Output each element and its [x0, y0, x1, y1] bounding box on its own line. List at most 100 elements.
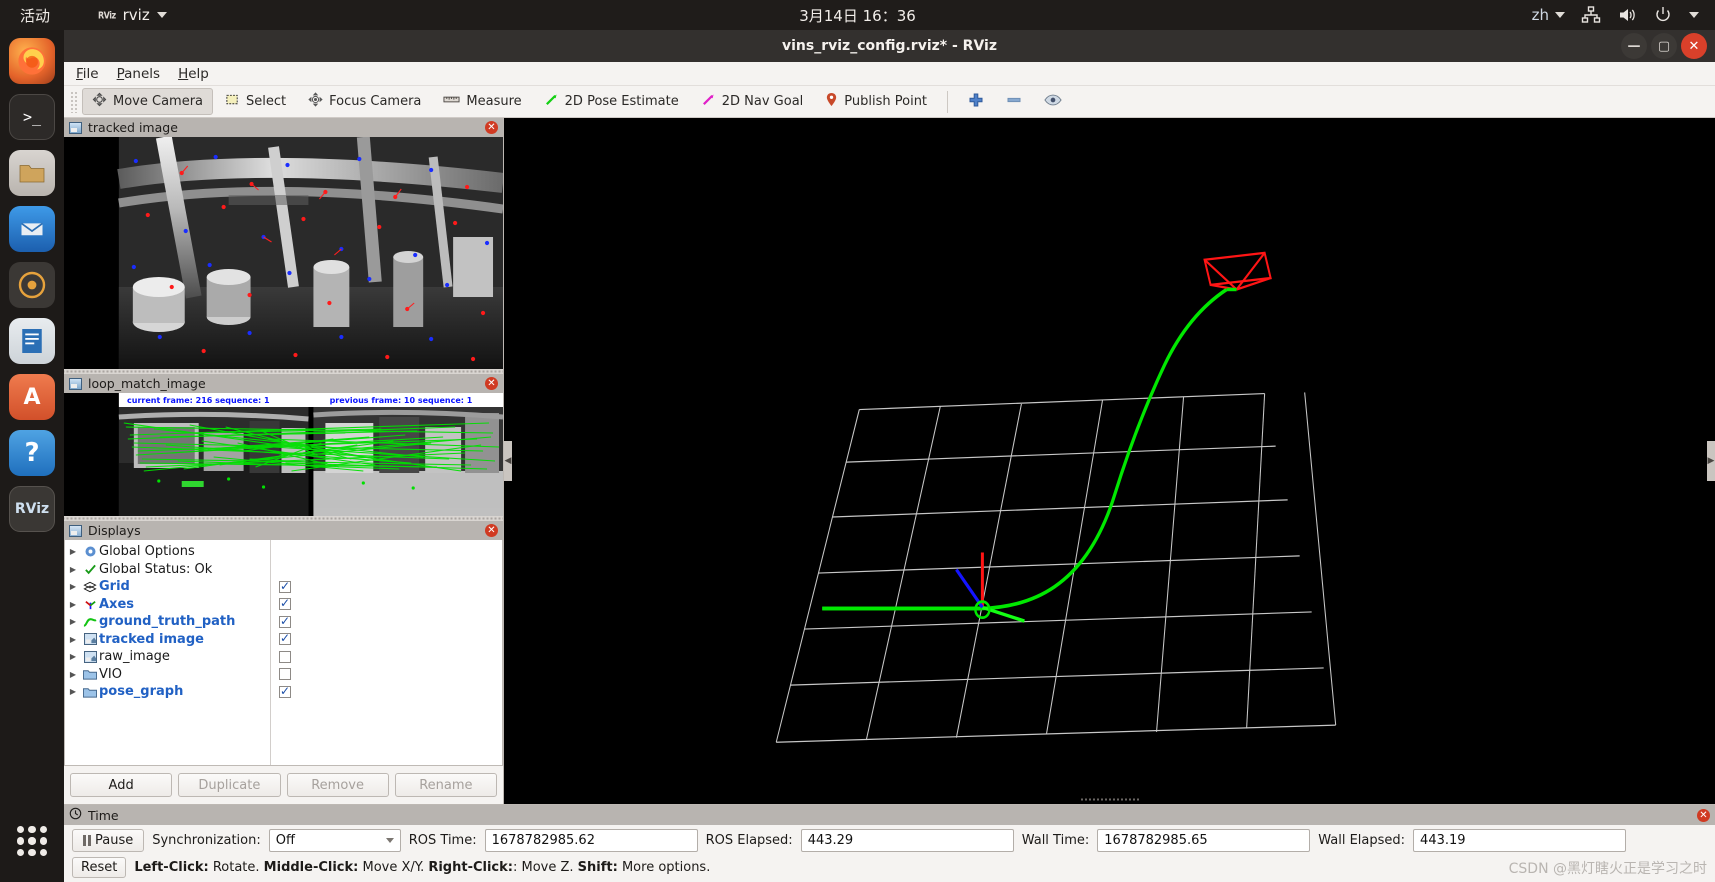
chevron-down-icon[interactable]	[1689, 12, 1699, 18]
expand-arrow-icon[interactable]: ▶	[65, 565, 81, 574]
volume-icon[interactable]	[1617, 5, 1637, 25]
clock[interactable]: 3月14日 16：36	[0, 5, 1715, 26]
help-icon[interactable]: ?	[9, 430, 55, 476]
firefox-icon[interactable]	[9, 38, 55, 84]
menu-file[interactable]: File	[76, 66, 99, 82]
display-item-global-options[interactable]: ▶ Global Options	[65, 543, 270, 561]
expand-arrow-icon[interactable]: ▶	[65, 652, 81, 661]
menu-panels[interactable]: Panels	[117, 66, 160, 82]
panel-tracked-image-close[interactable]: ✕	[485, 121, 498, 134]
duplicate-button[interactable]: Duplicate	[178, 773, 281, 797]
toolbar-grip[interactable]	[70, 90, 78, 113]
expand-arrow-icon[interactable]: ▶	[65, 617, 81, 626]
expand-arrow-icon[interactable]: ▶	[65, 635, 81, 644]
viewport-bottom-grip[interactable]	[1079, 797, 1140, 802]
display-item-vio[interactable]: ▶ VIO	[65, 666, 270, 684]
display-checkbox-vio[interactable]	[271, 666, 502, 684]
display-checkbox-axes[interactable]	[271, 596, 502, 614]
expand-arrow-icon[interactable]: ▶	[65, 582, 81, 591]
expand-arrow-icon[interactable]: ▶	[65, 547, 81, 556]
display-checkbox-pose-graph[interactable]	[271, 683, 502, 701]
rhythmbox-icon[interactable]	[9, 262, 55, 308]
thunderbird-icon[interactable]	[9, 206, 55, 252]
show-applications-icon[interactable]	[9, 818, 55, 864]
time-controls-row: Pause Synchronization: Off ROS Time: 167…	[64, 825, 1715, 856]
expand-arrow-icon[interactable]: ▶	[65, 670, 81, 679]
wall-time-field[interactable]: 1678782985.65	[1097, 829, 1311, 852]
render-view-3d[interactable]: ◀ ▶	[504, 118, 1715, 804]
left-dock-collapse-handle[interactable]: ◀	[504, 441, 512, 481]
display-checkbox-ground-truth-path[interactable]	[271, 613, 502, 631]
display-item-grid[interactable]: ▶ Grid	[65, 578, 270, 596]
ubuntu-software-icon[interactable]: A	[9, 374, 55, 420]
panel-displays-header[interactable]: Displays ✕	[64, 521, 503, 540]
display-item-global-status[interactable]: ▶ Global Status: Ok	[65, 561, 270, 579]
tool-2d-nav-goal-label: 2D Nav Goal	[721, 94, 804, 109]
display-item-ground-truth-path[interactable]: ▶ ground_truth_path	[65, 613, 270, 631]
tool-publish-point[interactable]: Publish Point	[815, 88, 937, 115]
display-item-raw-image[interactable]: ▶ raw_image	[65, 648, 270, 666]
panel-displays-close[interactable]: ✕	[485, 524, 498, 537]
app-menu[interactable]: RViz rviz	[98, 6, 167, 24]
input-method-indicator[interactable]: zh	[1532, 6, 1565, 24]
menu-help[interactable]: Help	[178, 66, 209, 82]
add-button[interactable]: Add	[70, 773, 173, 797]
rename-button[interactable]: Rename	[394, 773, 497, 797]
tool-move-camera[interactable]: Move Camera	[82, 88, 214, 115]
checkbox[interactable]	[279, 631, 291, 646]
close-button[interactable]: ✕	[1681, 33, 1707, 59]
tracked-image-view[interactable]	[64, 137, 503, 369]
visibility-tool-button[interactable]	[1034, 89, 1072, 115]
synchronization-select[interactable]: Off	[268, 829, 401, 852]
checkbox[interactable]	[279, 614, 291, 628]
ros-elapsed-field[interactable]: 443.29	[800, 829, 1014, 852]
tool-2d-nav-goal[interactable]: 2D Nav Goal	[691, 88, 814, 115]
viewport-canvas[interactable]	[504, 118, 1715, 804]
display-checkbox-raw-image[interactable]	[271, 648, 502, 666]
checkbox[interactable]	[279, 579, 291, 593]
tool-2d-pose-estimate[interactable]: 2D Pose Estimate	[534, 88, 689, 115]
panel-loop-match-image-close[interactable]: ✕	[485, 377, 498, 390]
files-icon[interactable]	[9, 150, 55, 196]
checkbox[interactable]	[279, 650, 291, 663]
display-item-tracked-image[interactable]: ▶ tracked image	[65, 631, 270, 649]
terminal-icon[interactable]: >_	[9, 94, 55, 140]
display-checkbox-grid[interactable]	[271, 578, 502, 596]
network-icon[interactable]	[1581, 5, 1601, 25]
eye-icon	[1044, 93, 1062, 111]
checkbox[interactable]	[279, 596, 291, 611]
activities-button[interactable]: 活动	[20, 5, 50, 26]
pause-button[interactable]: Pause	[72, 829, 145, 852]
rviz-icon[interactable]: RViz	[9, 486, 55, 532]
expand-arrow-icon[interactable]: ▶	[65, 687, 81, 696]
checkbox[interactable]	[279, 684, 291, 698]
reset-button-label: Reset	[81, 860, 118, 875]
display-item-axes[interactable]: ▶ Axes	[65, 596, 270, 614]
path-icon	[81, 616, 99, 628]
panel-tracked-image-header[interactable]: tracked image ✕	[64, 118, 503, 137]
expand-arrow-icon[interactable]: ▶	[65, 600, 81, 609]
maximize-button[interactable]: ▢	[1651, 33, 1677, 59]
loop-match-image-view[interactable]: current frame: 216 sequence: 1 previous …	[64, 393, 503, 516]
right-dock-expand-handle[interactable]: ▶	[1707, 441, 1715, 481]
panel-time-close[interactable]: ✕	[1697, 808, 1710, 822]
display-checkbox-tracked-image[interactable]	[271, 631, 502, 649]
checkbox[interactable]	[279, 668, 291, 681]
panel-time-header[interactable]: Time ✕	[64, 805, 1715, 825]
tool-measure[interactable]: Measure	[433, 89, 531, 114]
window-titlebar: vins_rviz_config.rviz* - RViz — ▢ ✕	[64, 30, 1715, 62]
display-item-pose-graph[interactable]: ▶ pose_graph	[65, 683, 270, 701]
wall-elapsed-field[interactable]: 443.19	[1413, 829, 1627, 852]
tool-select[interactable]: Select	[215, 88, 296, 115]
minimize-button[interactable]: —	[1621, 33, 1647, 59]
reset-button[interactable]: Reset	[72, 857, 127, 878]
remove-tool-button[interactable]	[996, 88, 1032, 116]
remove-button[interactable]: Remove	[286, 773, 389, 797]
ros-time-field[interactable]: 1678782985.62	[484, 829, 698, 852]
watermark: CSDN @黑灯瞎火正是学习之时	[1508, 861, 1707, 877]
tool-focus-camera[interactable]: Focus Camera	[298, 88, 431, 115]
add-tool-button[interactable]	[958, 88, 994, 116]
panel-loop-match-image-header[interactable]: loop_match_image ✕	[64, 374, 503, 393]
power-icon[interactable]	[1653, 5, 1673, 25]
libreoffice-writer-icon[interactable]	[9, 318, 55, 364]
